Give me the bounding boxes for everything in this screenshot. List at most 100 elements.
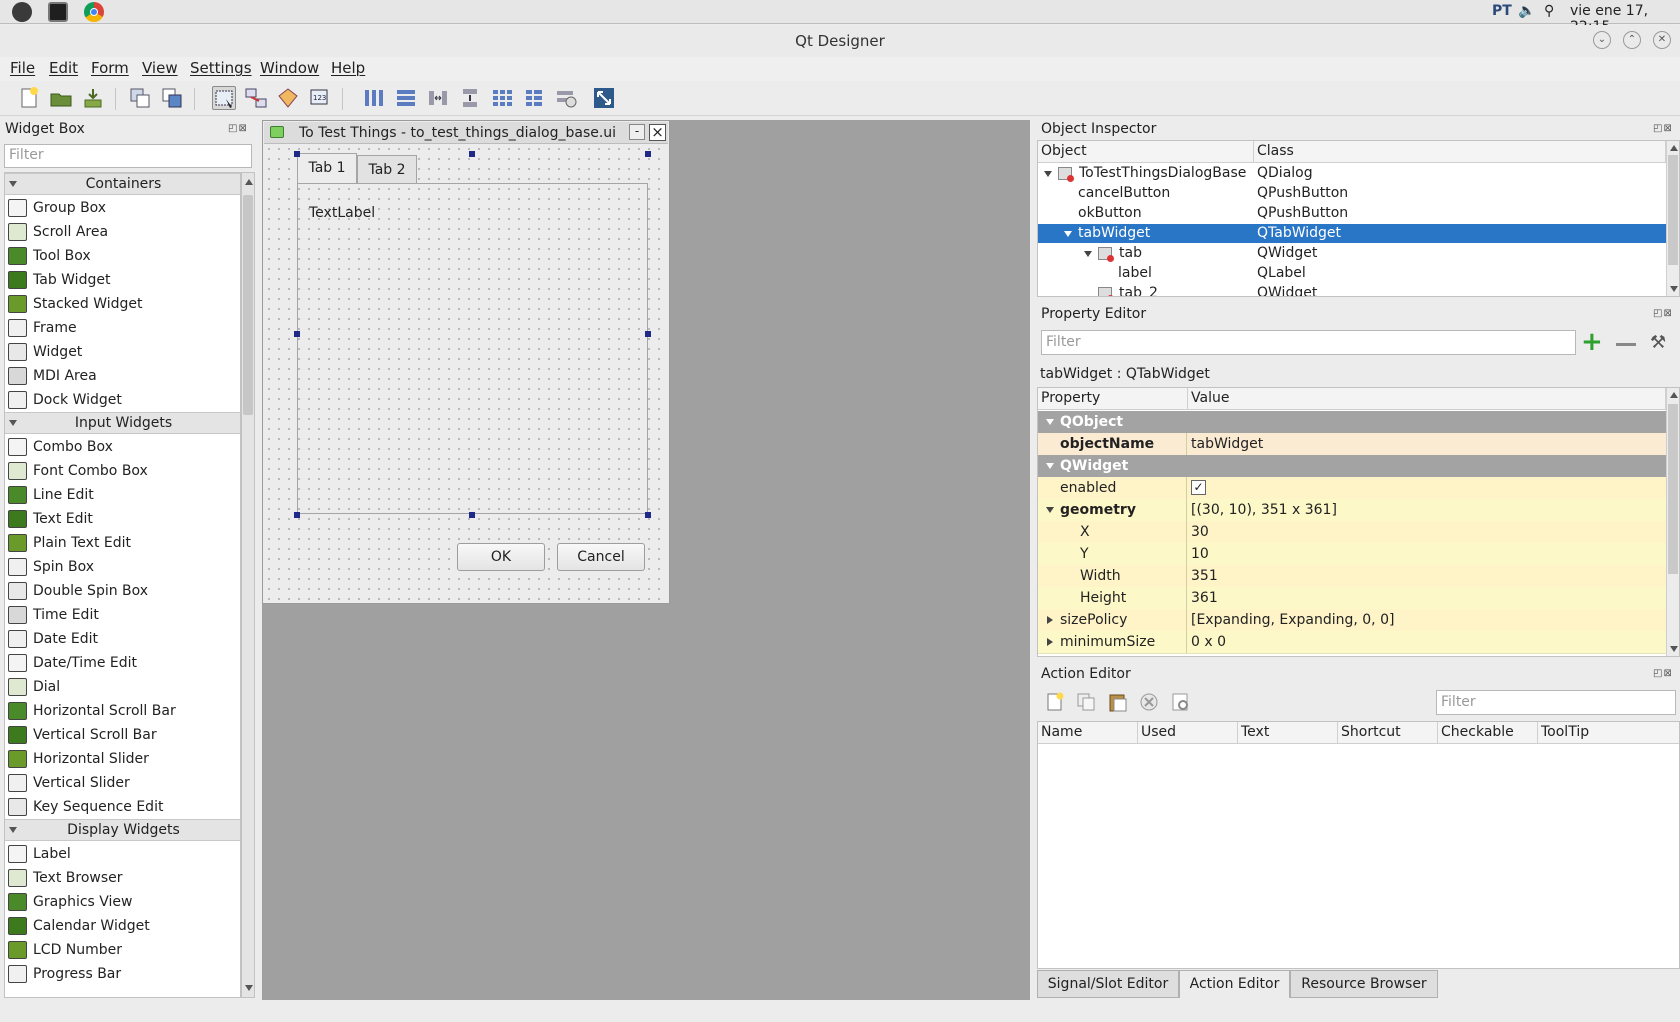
tab-2[interactable]: Tab 2: [357, 155, 417, 184]
expand-arrow-icon[interactable]: [1044, 171, 1052, 177]
widget-item[interactable]: Font Combo Box: [5, 459, 240, 483]
expand-arrow-icon[interactable]: [1084, 251, 1092, 257]
layout-grid-icon[interactable]: [490, 86, 514, 110]
save-form-icon[interactable]: [81, 86, 105, 110]
column-name[interactable]: Name: [1038, 722, 1138, 744]
widget-item[interactable]: Dial: [5, 675, 240, 699]
object-tree-row[interactable]: tab QWidget: [1038, 244, 1666, 263]
widget-item[interactable]: Double Spin Box: [5, 579, 240, 603]
object-tree-row[interactable]: label QLabel: [1038, 264, 1666, 283]
form-text-label[interactable]: TextLabel: [309, 205, 375, 221]
widget-item[interactable]: Date/Time Edit: [5, 651, 240, 675]
edit-signals-slots-icon[interactable]: [244, 86, 268, 110]
column-used[interactable]: Used: [1138, 722, 1238, 744]
category-header[interactable]: Input Widgets: [5, 412, 240, 434]
property-editor-float-close[interactable]: ◰⊠: [1653, 308, 1677, 320]
property-row[interactable]: Height 361: [1038, 587, 1666, 610]
remove-property-icon[interactable]: [1616, 343, 1636, 346]
expand-arrow-icon[interactable]: [1046, 507, 1054, 513]
layout-v-splitter-icon[interactable]: [458, 86, 482, 110]
widget-item[interactable]: Tool Box: [5, 244, 240, 268]
widget-item[interactable]: Widget: [5, 340, 240, 364]
layout-form-icon[interactable]: [522, 86, 546, 110]
network-icon[interactable]: ⚲: [1544, 3, 1554, 19]
object-tree-row[interactable]: tabWidget QTabWidget: [1038, 224, 1666, 243]
expand-arrow-icon[interactable]: [1046, 419, 1054, 425]
widget-item[interactable]: Horizontal Slider: [5, 747, 240, 771]
object-tree-row[interactable]: okButton QPushButton: [1038, 204, 1666, 223]
tab-action-editor[interactable]: Action Editor: [1179, 970, 1290, 998]
layout-vertical-icon[interactable]: [394, 86, 418, 110]
window-minimize-button[interactable]: ⌄: [1593, 31, 1611, 49]
widget-item[interactable]: Calendar Widget: [5, 914, 240, 938]
selection-handle[interactable]: [645, 512, 651, 518]
property-row[interactable]: sizePolicy [Expanding, Expanding, 0, 0]: [1038, 609, 1666, 632]
widget-item[interactable]: Label: [5, 842, 240, 866]
widget-item[interactable]: Group Box: [5, 196, 240, 220]
terminal-icon[interactable]: [48, 2, 68, 22]
column-object[interactable]: Object: [1038, 141, 1254, 163]
expand-arrow-icon[interactable]: [1047, 616, 1053, 624]
menu-view[interactable]: View: [142, 59, 178, 77]
object-inspector-float-close[interactable]: ◰⊠: [1653, 123, 1677, 135]
property-row[interactable]: objectName tabWidget: [1038, 433, 1666, 456]
menu-edit[interactable]: Edit: [49, 59, 78, 77]
form-close-button[interactable]: ×: [649, 124, 666, 141]
widget-box-scrollbar[interactable]: [241, 172, 255, 998]
tab-1[interactable]: Tab 1: [297, 153, 357, 184]
property-group-row[interactable]: QWidget: [1038, 455, 1666, 478]
break-layout-icon[interactable]: [554, 86, 578, 110]
configure-action-icon[interactable]: [1171, 692, 1191, 712]
widget-item[interactable]: Text Browser: [5, 866, 240, 890]
expand-arrow-icon[interactable]: [1047, 638, 1053, 646]
widget-box-float-close[interactable]: ◰⊠: [228, 123, 252, 135]
category-header[interactable]: Containers: [5, 173, 240, 195]
new-action-icon[interactable]: [1045, 692, 1065, 712]
bring-to-front-icon[interactable]: [160, 86, 184, 110]
menu-help[interactable]: Help: [331, 59, 365, 77]
category-header[interactable]: Display Widgets: [5, 819, 240, 841]
widget-item[interactable]: Vertical Slider: [5, 771, 240, 795]
widget-item[interactable]: Spin Box: [5, 555, 240, 579]
property-row[interactable]: minimumSize 0 x 0: [1038, 631, 1666, 654]
expand-arrow-icon[interactable]: [1064, 231, 1072, 237]
new-form-icon[interactable]: [17, 86, 41, 110]
widget-item[interactable]: Tab Widget: [5, 268, 240, 292]
add-property-icon[interactable]: +: [1581, 329, 1603, 355]
widget-item[interactable]: Date Edit: [5, 627, 240, 651]
edit-tab-order-icon[interactable]: 123: [308, 86, 332, 110]
menu-file[interactable]: File: [10, 59, 35, 77]
form-minimize-button[interactable]: -: [629, 124, 645, 140]
property-scrollbar[interactable]: [1666, 388, 1679, 656]
expand-arrow-icon[interactable]: [1046, 463, 1054, 469]
action-editor-float-close[interactable]: ◰⊠: [1653, 668, 1677, 680]
column-value[interactable]: Value: [1188, 388, 1666, 410]
property-filter-input[interactable]: Filter: [1041, 330, 1576, 355]
tab-widget-pane[interactable]: [297, 183, 648, 514]
property-row[interactable]: X 30: [1038, 521, 1666, 544]
object-tree-row[interactable]: cancelButton QPushButton: [1038, 184, 1666, 203]
open-form-icon[interactable]: [49, 86, 73, 110]
selection-handle[interactable]: [294, 151, 300, 157]
object-inspector-scrollbar[interactable]: [1666, 141, 1679, 296]
widget-item[interactable]: Combo Box: [5, 435, 240, 459]
column-checkable[interactable]: Checkable: [1438, 722, 1538, 744]
delete-action-icon[interactable]: [1139, 692, 1159, 712]
edit-widgets-icon[interactable]: [212, 86, 236, 110]
widget-box-filter[interactable]: Filter: [4, 144, 252, 168]
send-to-back-icon[interactable]: [128, 86, 152, 110]
widget-item[interactable]: Vertical Scroll Bar: [5, 723, 240, 747]
volume-icon[interactable]: 🔈: [1518, 3, 1535, 19]
property-group-row[interactable]: QObject: [1038, 411, 1666, 434]
adjust-size-icon[interactable]: [592, 86, 616, 110]
widget-item[interactable]: Graphics View: [5, 890, 240, 914]
column-text[interactable]: Text: [1238, 722, 1338, 744]
object-tree-row[interactable]: ToTestThingsDialogBase QDialog: [1038, 164, 1666, 183]
widget-item[interactable]: Progress Bar: [5, 962, 240, 986]
property-row[interactable]: enabled ✓: [1038, 477, 1666, 500]
widget-item[interactable]: Frame: [5, 316, 240, 340]
configure-property-icon[interactable]: ⚒: [1650, 332, 1666, 353]
property-row[interactable]: geometry [(30, 10), 351 x 361]: [1038, 499, 1666, 522]
enabled-checkbox[interactable]: ✓: [1191, 480, 1206, 495]
widget-item[interactable]: Plain Text Edit: [5, 531, 240, 555]
